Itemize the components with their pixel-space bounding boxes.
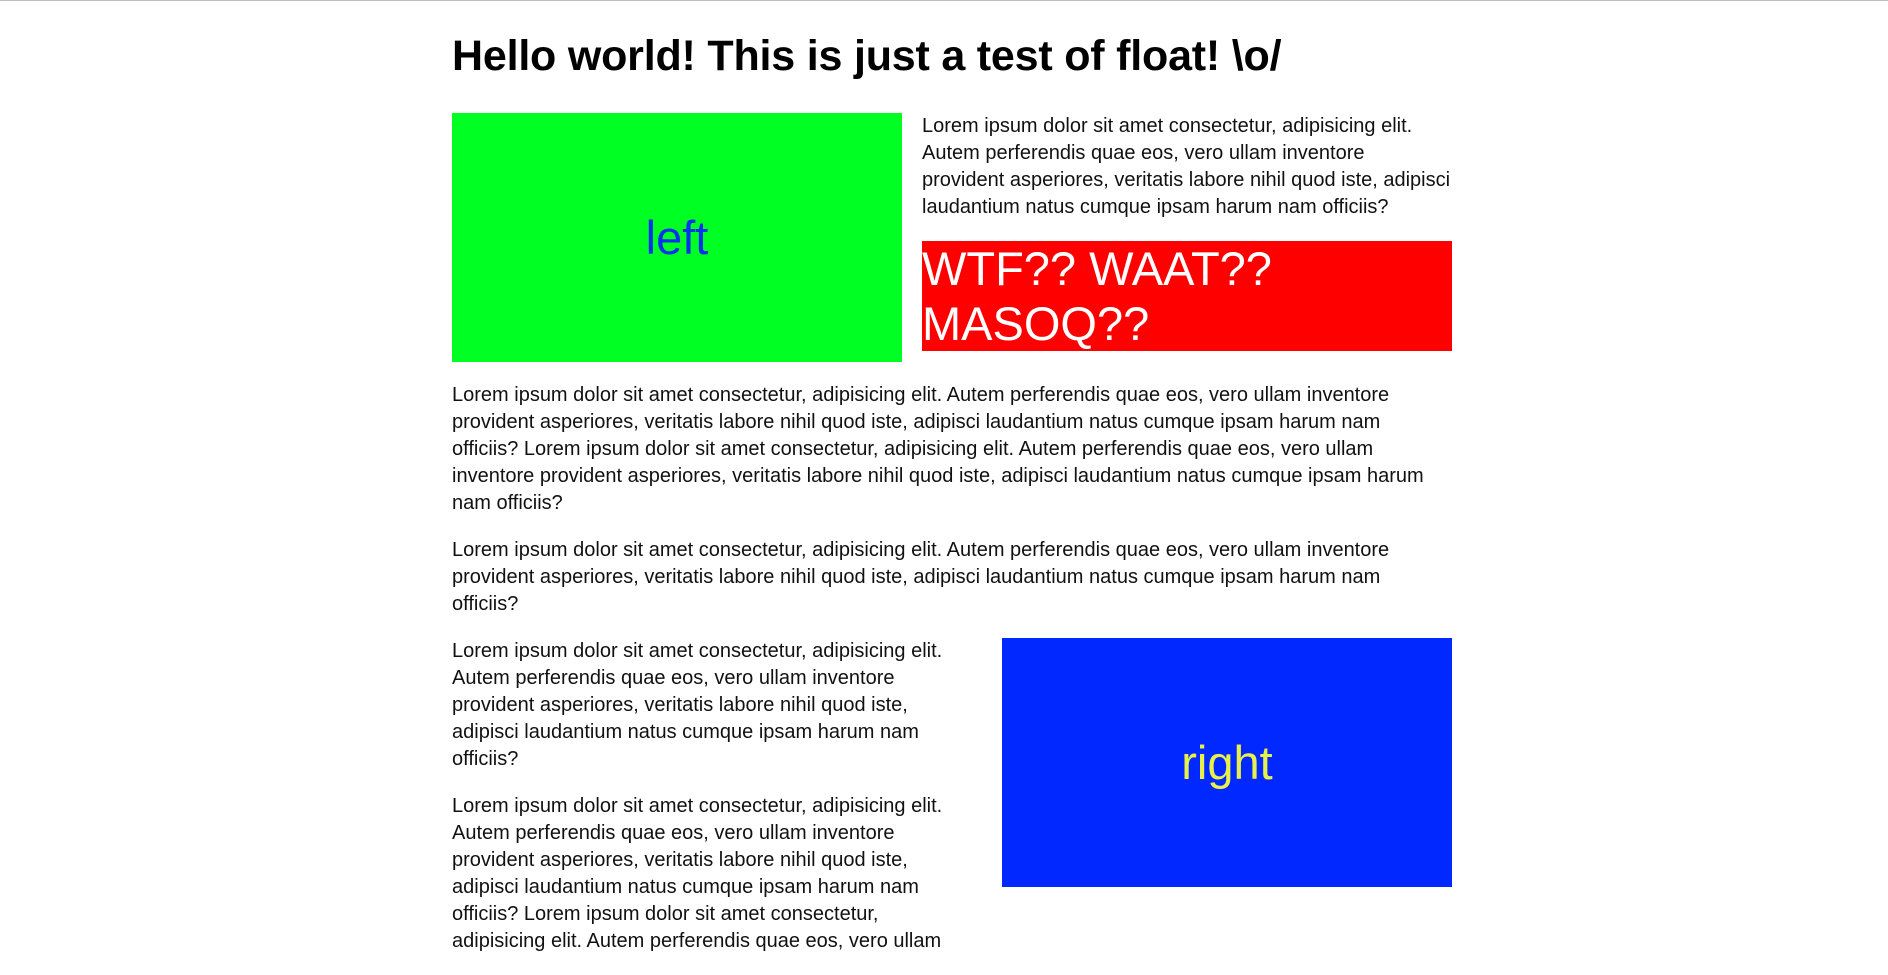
float-right-section: right Lorem ipsum dolor sit amet consect…	[452, 638, 1452, 955]
paragraph-2: Lorem ipsum dolor sit amet consectetur, …	[452, 384, 1424, 514]
page-title: Hello world! This is just a test of floa…	[452, 32, 1282, 80]
page-content: Hello world! This is just a test of floa…	[452, 0, 1452, 975]
right-float-box: right	[1002, 638, 1452, 887]
float-left-section: left Lorem ipsum dolor sit amet consecte…	[452, 113, 1452, 382]
wtf-box: WTF?? WAAT?? MASOQ??	[922, 241, 1452, 351]
right-box-label: right	[1181, 736, 1273, 789]
paragraph-3: Lorem ipsum dolor sit amet consectetur, …	[452, 539, 1390, 615]
left-box-label: left	[645, 211, 709, 264]
left-float-box: left	[452, 113, 902, 362]
